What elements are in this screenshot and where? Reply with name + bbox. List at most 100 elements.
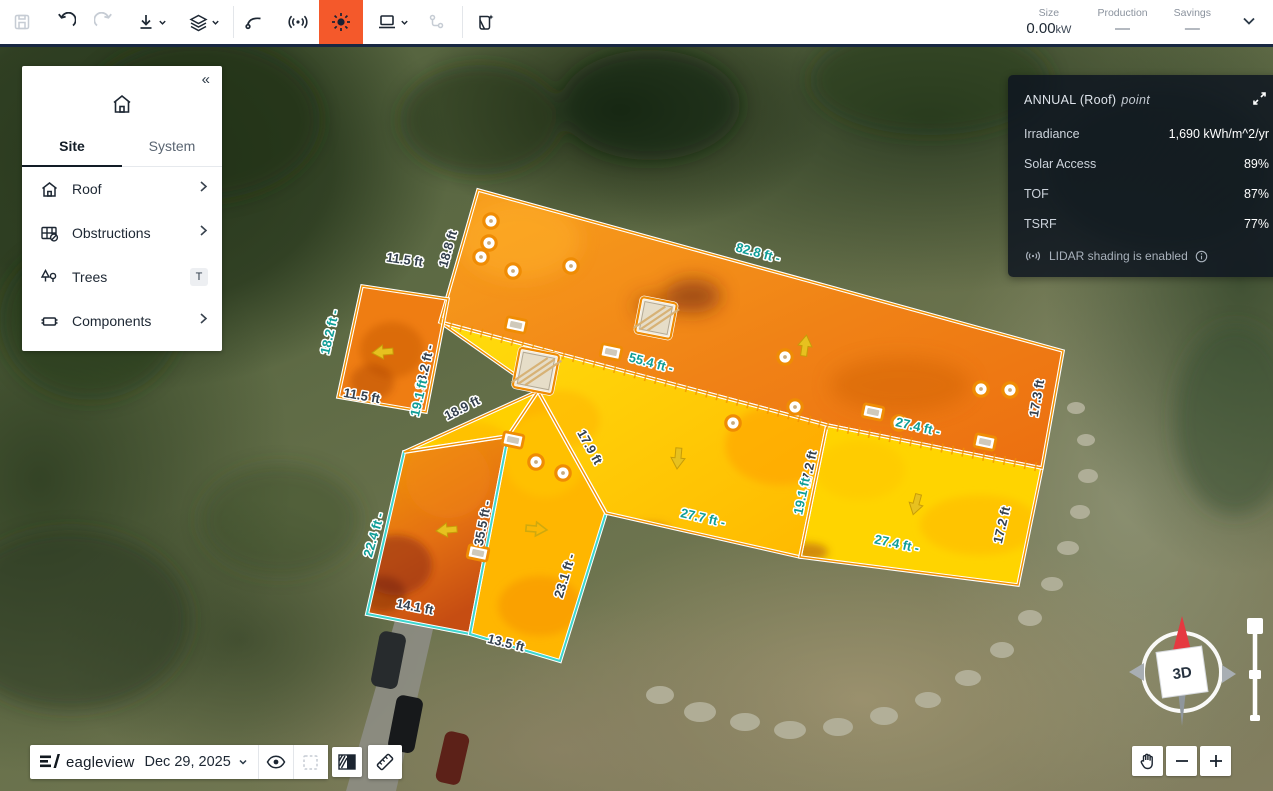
- chevron-right-icon: [199, 180, 208, 198]
- roof-vent: [506, 264, 520, 278]
- sidebar-item-obstructions[interactable]: Obstructions: [22, 211, 222, 255]
- stat-size-value: 0.00: [1026, 20, 1055, 37]
- view-mode-button[interactable]: [366, 0, 420, 44]
- row-value: 1,690 kWh/m^2/yr: [1169, 127, 1269, 141]
- row-label: TOF: [1024, 187, 1244, 201]
- lidar-icon: [1024, 249, 1042, 263]
- heatmap-toggle-button[interactable]: [332, 747, 362, 777]
- imagery-brand-name: eagleview: [66, 754, 135, 771]
- node-tool-button[interactable]: [415, 0, 459, 44]
- save-button[interactable]: [0, 0, 44, 44]
- roof-vent: [474, 250, 488, 264]
- stats-collapse-button[interactable]: [1237, 9, 1261, 36]
- download-button[interactable]: [126, 0, 178, 44]
- arc-tool-button[interactable]: [232, 0, 276, 44]
- expand-panel-button[interactable]: [1250, 89, 1269, 111]
- lidar-tool-button[interactable]: [276, 0, 320, 44]
- zoom-slider-handle[interactable]: [1247, 618, 1263, 634]
- stat-row-irradiance: Irradiance 1,690 kWh/m^2/yr: [1024, 127, 1269, 141]
- roof-vent: [1003, 383, 1017, 397]
- row-value: 77%: [1244, 217, 1269, 231]
- imagery-bar: eagleview Dec 29, 2025: [30, 745, 328, 779]
- stat-row-tsrf: TSRF 77%: [1024, 217, 1269, 231]
- stat-size: Size 0.00kW: [1026, 7, 1071, 37]
- auto-roof-button[interactable]: [463, 0, 507, 44]
- roof-vent-rect: [862, 404, 884, 421]
- visibility-button[interactable]: [259, 745, 293, 779]
- row-value: 87%: [1244, 187, 1269, 201]
- panel-collapse-button[interactable]: «: [196, 70, 214, 89]
- sidebar-item-label: Components: [72, 313, 199, 329]
- row-label: TSRF: [1024, 217, 1244, 231]
- chevron-down-icon: [1241, 13, 1257, 29]
- zoom-in-button[interactable]: [1200, 746, 1231, 776]
- irradiance-tool-button[interactable]: [319, 0, 363, 44]
- active-tab-indicator: [22, 165, 122, 167]
- roof-vent: [564, 259, 578, 273]
- skylight: [511, 347, 563, 395]
- compass-3d-label: 3D: [1172, 664, 1194, 684]
- stat-size-label: Size: [1026, 7, 1071, 19]
- roof-vent-rect: [974, 434, 996, 451]
- eye-icon: [266, 754, 286, 770]
- chevron-right-icon: [199, 312, 208, 330]
- sidebar-item-components[interactable]: Components: [22, 299, 222, 343]
- marquee-icon: [302, 754, 319, 771]
- annual-irradiance-panel: ANNUAL (Roof) point Irradiance 1,690 kWh…: [1008, 75, 1273, 277]
- home-icon: [22, 66, 222, 130]
- minus-icon: [1175, 754, 1189, 768]
- info-icon[interactable]: [1195, 250, 1208, 263]
- roof-vent-rect: [502, 432, 524, 449]
- roof-vent-rect: [600, 344, 622, 361]
- sidebar-item-label: Roof: [72, 181, 199, 197]
- eagleview-logo-icon: [40, 754, 60, 770]
- marquee-select-button[interactable]: [294, 745, 328, 779]
- sidebar-item-roof[interactable]: Roof: [22, 167, 222, 211]
- roof-vent: [484, 214, 498, 228]
- panel-title: ANNUAL (Roof): [1024, 93, 1116, 107]
- compass-east-arrow[interactable]: [1222, 665, 1236, 683]
- chevron-right-icon: [199, 224, 208, 242]
- compass-control[interactable]: 3D: [1128, 608, 1240, 734]
- roof-vent: [529, 455, 543, 469]
- zoom-slider[interactable]: [1246, 616, 1264, 726]
- trees-shortcut-badge: T: [190, 268, 208, 286]
- solar-design-app: 82.8 ft -18.8 ft11.5 ft18.2 ft -18.2 ft …: [0, 0, 1273, 791]
- roof-vent: [556, 466, 570, 480]
- layers-button[interactable]: [178, 0, 230, 44]
- obstructions-icon: [40, 223, 60, 243]
- redo-button[interactable]: [82, 0, 126, 44]
- stat-savings-label: Savings: [1174, 7, 1211, 19]
- compass-west-arrow[interactable]: [1129, 663, 1144, 681]
- sidebar-item-trees[interactable]: Trees T: [22, 255, 222, 299]
- roof-vent: [778, 350, 792, 364]
- site-panel: « Site System Roof Obstructions: [22, 66, 222, 351]
- tab-site[interactable]: Site: [22, 130, 122, 166]
- measurement-label: 11.5 ft: [385, 250, 424, 270]
- heatmap-toggle-icon: [338, 754, 356, 770]
- stat-size-unit: kW: [1056, 24, 1072, 36]
- imagery-brand: eagleview: [30, 754, 143, 771]
- plus-icon: [1209, 754, 1223, 768]
- stat-row-tof: TOF 87%: [1024, 187, 1269, 201]
- roof-vent-rect: [467, 545, 489, 562]
- lidar-note-text: LIDAR shading is enabled: [1049, 249, 1188, 263]
- hand-icon: [1139, 752, 1156, 770]
- measure-tool-button[interactable]: [368, 745, 402, 779]
- chevron-down-icon: [238, 757, 248, 767]
- measurement-label: 18.2 ft -: [317, 308, 342, 356]
- zoom-out-button[interactable]: [1166, 746, 1197, 776]
- project-stats: Size 0.00kW Production — Savings —: [1026, 0, 1261, 44]
- pan-tool-button[interactable]: [1132, 746, 1163, 776]
- components-icon: [40, 311, 60, 331]
- roof-vent: [974, 382, 988, 396]
- stat-savings-value: —: [1174, 20, 1211, 37]
- sidebar-item-label: Trees: [72, 269, 190, 285]
- roof-vent: [482, 236, 496, 250]
- skylight: [633, 297, 680, 340]
- tab-system[interactable]: System: [122, 130, 222, 166]
- imagery-date-dropdown[interactable]: Dec 29, 2025: [143, 745, 258, 779]
- roof-vent: [788, 400, 802, 414]
- panel-tabs: Site System: [22, 130, 222, 167]
- road: [346, 610, 471, 791]
